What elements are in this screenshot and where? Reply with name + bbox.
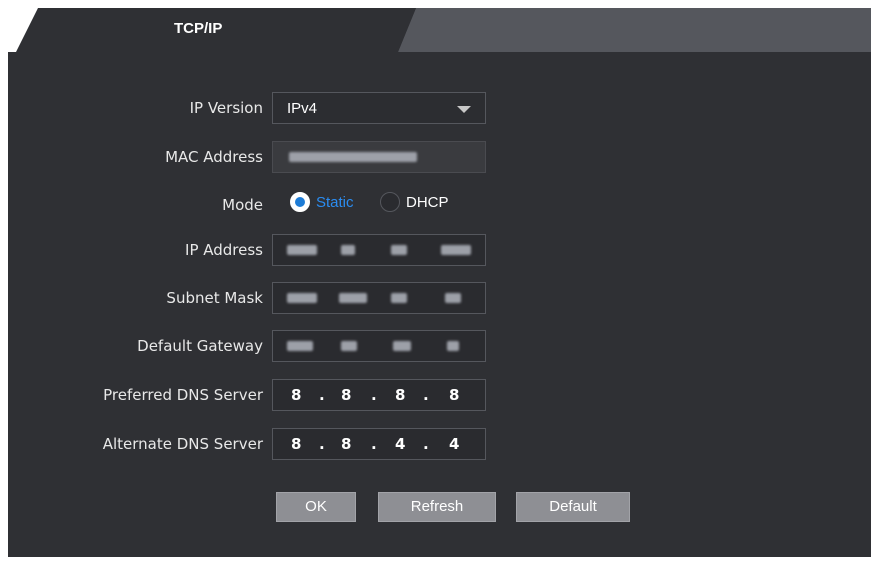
alternate-dns-input[interactable]: 8 . 8 . 4 . 4 [272,428,486,460]
mode-dhcp-label: DHCP [406,193,449,211]
tab-bar [8,8,871,52]
tab-inactive-area [390,8,871,52]
redacted-octet [447,341,459,351]
refresh-button[interactable]: Refresh [378,492,496,522]
default-gateway-input[interactable] [272,330,486,362]
ok-button[interactable]: OK [276,492,356,522]
ip-address-row: IP Address [8,234,871,268]
dns-octet: 4 [395,435,406,453]
mac-address-field [272,141,486,173]
mode-dhcp-option[interactable]: DHCP [380,192,449,212]
redacted-mac-value [289,152,417,162]
default-gateway-label: Default Gateway [137,337,263,355]
radio-checked-icon[interactable] [290,192,310,212]
subnet-mask-row: Subnet Mask [8,282,871,316]
alternate-dns-row: Alternate DNS Server 8 . 8 . 4 . 4 [8,428,871,462]
redacted-octet [287,341,313,351]
redacted-octet [341,245,355,255]
ip-version-row: IP Version IPv4 [8,92,871,126]
default-gateway-row: Default Gateway [8,330,871,364]
dns-octet: 8 [395,386,406,404]
default-button[interactable]: Default [516,492,630,522]
ip-version-select[interactable]: IPv4 [272,92,486,124]
redacted-octet [287,293,317,303]
tcpip-settings-panel: TCP/IP IP Version IPv4 MAC Address Mode … [8,8,871,557]
dns-octet: 8 [449,386,460,404]
dns-octet: 8 [291,435,302,453]
preferred-dns-label: Preferred DNS Server [103,386,263,404]
mac-address-row: MAC Address [8,141,871,175]
redacted-octet [393,341,411,351]
dns-octet: 8 [341,386,352,404]
mode-static-option[interactable]: Static [290,192,354,212]
redacted-octet [441,245,471,255]
chevron-down-icon [457,106,471,113]
preferred-dns-row: Preferred DNS Server 8 . 8 . 8 . 8 [8,379,871,413]
redacted-octet [391,245,407,255]
ip-address-input[interactable] [272,234,486,266]
subnet-mask-input[interactable] [272,282,486,314]
dns-octet: 8 [291,386,302,404]
radio-unchecked-icon[interactable] [380,192,400,212]
mode-row: Mode Static DHCP [8,189,871,223]
mode-static-label: Static [316,193,354,211]
ip-version-label: IP Version [189,99,263,117]
redacted-octet [287,245,317,255]
ip-address-label: IP Address [185,241,263,259]
redacted-octet [391,293,407,303]
dns-octet: 4 [449,435,460,453]
mode-label: Mode [222,196,263,214]
dns-octet: 8 [341,435,352,453]
subnet-mask-label: Subnet Mask [166,289,263,307]
ip-version-value: IPv4 [287,100,318,117]
preferred-dns-input[interactable]: 8 . 8 . 8 . 8 [272,379,486,411]
redacted-octet [445,293,461,303]
tab-tcpip[interactable]: TCP/IP [174,20,304,37]
redacted-octet [339,293,367,303]
mac-address-label: MAC Address [165,148,263,166]
redacted-octet [341,341,357,351]
alternate-dns-label: Alternate DNS Server [102,435,263,453]
